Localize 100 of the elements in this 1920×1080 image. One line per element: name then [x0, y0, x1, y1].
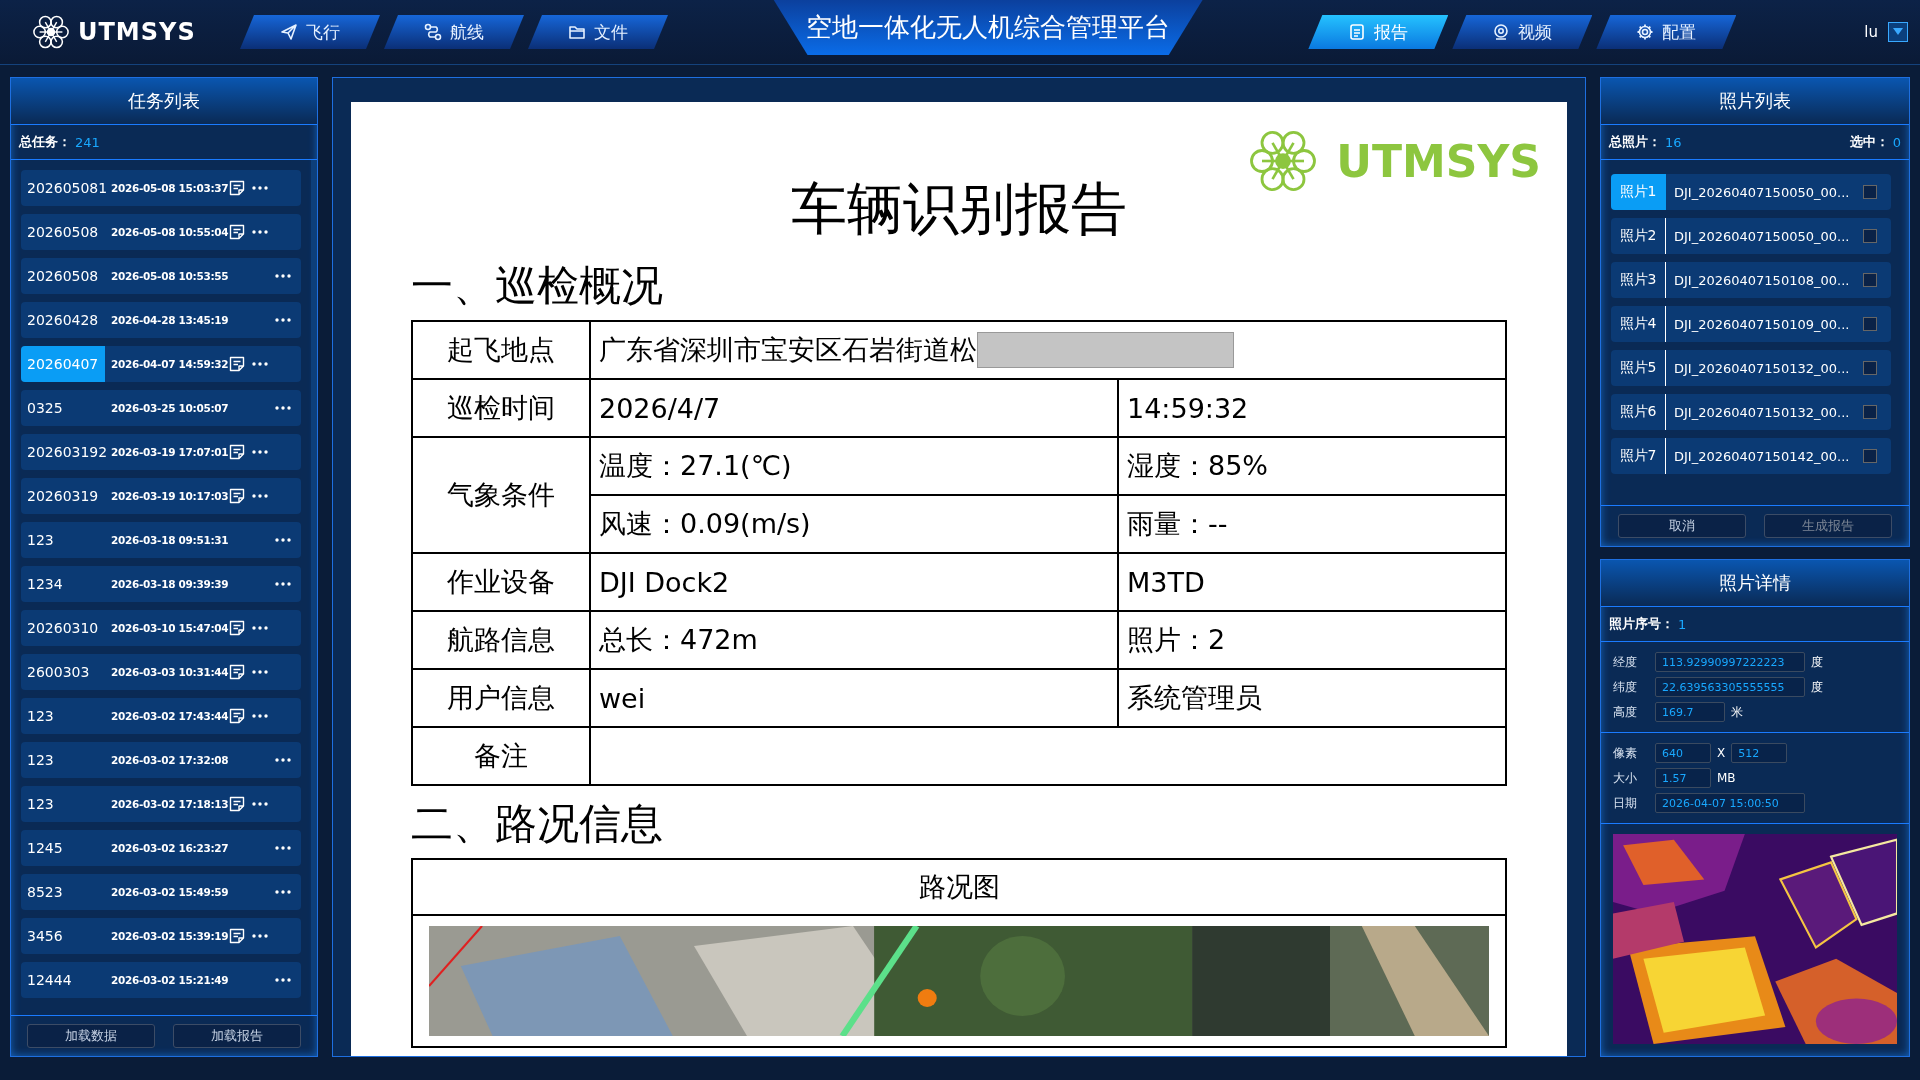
checkbox[interactable] — [1863, 449, 1877, 463]
task-time: 2026-03-19 17:07:01 — [111, 446, 229, 458]
checkbox[interactable] — [1863, 185, 1877, 199]
input-field[interactable]: 640 — [1655, 743, 1711, 763]
nav-tab[interactable]: 文件 — [528, 15, 668, 49]
settings-icon — [1636, 23, 1655, 41]
task-row[interactable]: 20260310 2026-03-10 15:47:04 — [21, 610, 301, 646]
index-label: 照片序号： — [1609, 615, 1674, 633]
task-row[interactable]: 2600303 2026-03-03 10:31:44 — [21, 654, 301, 690]
document-icon — [1348, 23, 1367, 41]
task-name: 20260508 — [26, 223, 100, 242]
table-cell: 作业设备 — [412, 553, 590, 611]
task-name: 1245 — [26, 839, 64, 858]
checkbox[interactable] — [1863, 405, 1877, 419]
table-cell: 气象条件 — [412, 437, 590, 553]
document-icon[interactable] — [228, 487, 247, 505]
task-name: 8523 — [26, 883, 64, 902]
task-time: 2026-05-08 10:55:04 — [111, 226, 229, 238]
input-field[interactable]: 512 — [1731, 743, 1788, 763]
task-time: 2026-03-03 10:31:44 — [111, 666, 229, 678]
input-field[interactable]: 1.57 — [1655, 768, 1711, 788]
task-time: 2026-04-07 14:59:32 — [111, 358, 229, 370]
nav-tab[interactable]: 视频 — [1452, 15, 1593, 49]
paper-plane-icon — [280, 23, 298, 41]
task-row[interactable]: 20260428 2026-04-28 13:45:19 — [21, 302, 301, 338]
task-row[interactable]: 123 2026-03-18 09:51:31 — [21, 522, 301, 558]
total-label: 总照片： — [1609, 133, 1661, 151]
input-field[interactable]: 22.639563305555555 — [1655, 677, 1805, 697]
selected-count: 0 — [1892, 134, 1901, 150]
nav-tab[interactable]: 飞行 — [240, 15, 380, 49]
document-icon[interactable] — [228, 663, 247, 681]
nav-tab[interactable]: 航线 — [384, 15, 524, 49]
photo-file-name: DJI_20260407150142_00... — [1674, 448, 1850, 464]
task-row[interactable]: 123 2026-03-02 17:43:44 — [21, 698, 301, 734]
total-label: 总任务： — [19, 133, 71, 151]
photo-row[interactable]: 照片3 DJI_20260407150108_00... — [1611, 262, 1891, 298]
table-cell: 起飞地点 — [412, 321, 590, 379]
task-row[interactable]: 20260319 2026-03-19 10:17:03 — [21, 478, 301, 514]
task-row[interactable]: 202605081 2026-05-08 15:03:37 — [21, 170, 301, 206]
table-cell: 备注 — [412, 727, 590, 785]
photo-row[interactable]: 照片1 DJI_20260407150050_00... — [1611, 174, 1891, 210]
task-row[interactable]: 1234 2026-03-18 09:39:39 — [21, 566, 301, 602]
task-name: 123 — [26, 795, 55, 814]
table-cell: 总长：472m — [590, 611, 1118, 669]
input-field[interactable]: 113.92990997222223 — [1655, 652, 1805, 672]
task-name: 202605081 — [26, 179, 105, 198]
checkbox[interactable] — [1863, 273, 1877, 287]
task-time: 2026-03-02 17:18:13 — [111, 798, 229, 810]
photo-row[interactable]: 照片5 DJI_20260407150132_00... — [1611, 350, 1891, 386]
task-time: 2026-03-02 15:49:59 — [111, 886, 229, 898]
task-row[interactable]: 20260508 2026-05-08 10:55:04 — [21, 214, 301, 250]
checkbox[interactable] — [1863, 229, 1877, 243]
document-icon[interactable] — [228, 927, 247, 945]
task-row[interactable]: 123 2026-03-02 17:18:13 — [21, 786, 301, 822]
task-row[interactable]: 20260407 2026-04-07 14:59:32 — [21, 346, 301, 382]
document-icon[interactable] — [228, 619, 247, 637]
checkbox[interactable] — [1863, 361, 1877, 375]
field-label: 大小 — [1613, 769, 1638, 787]
task-row[interactable]: 20260508 2026-05-08 10:53:55 — [21, 258, 301, 294]
document-icon[interactable] — [228, 179, 247, 197]
task-row[interactable]: 0325 2026-03-25 10:05:07 — [21, 390, 301, 426]
photo-row[interactable]: 照片7 DJI_20260407150142_00... — [1611, 438, 1891, 474]
input-field[interactable]: 2026-04-07 15:00:50 — [1655, 793, 1805, 813]
folder-icon — [568, 23, 586, 41]
task-row[interactable]: 1245 2026-03-02 16:23:27 — [21, 830, 301, 866]
input-field[interactable]: 169.7 — [1655, 702, 1725, 722]
task-row[interactable]: 3456 2026-03-02 15:39:19 — [21, 918, 301, 954]
photo-row[interactable]: 照片6 DJI_20260407150132_00... — [1611, 394, 1891, 430]
table-cell: DJI Dock2 — [590, 553, 1118, 611]
task-name: 202603192 — [26, 443, 105, 462]
task-row[interactable]: 8523 2026-03-02 15:49:59 — [21, 874, 301, 910]
document-icon[interactable] — [228, 795, 247, 813]
photo-file-name: DJI_20260407150109_00... — [1674, 316, 1850, 332]
task-time: 2026-03-10 15:47:04 — [111, 622, 229, 634]
task-name: 20260407 — [21, 346, 105, 382]
document-icon[interactable] — [228, 355, 247, 373]
dropdown-icon[interactable] — [1888, 22, 1908, 42]
field-label: 日期 — [1613, 794, 1638, 812]
task-row[interactable]: 202603192 2026-03-19 17:07:01 — [21, 434, 301, 470]
photo-row[interactable]: 照片4 DJI_20260407150109_00... — [1611, 306, 1891, 342]
document-icon[interactable] — [228, 707, 247, 725]
task-row[interactable]: 12444 2026-03-02 15:21:49 — [21, 962, 301, 998]
document-icon[interactable] — [228, 223, 247, 241]
field-label: 高度 — [1613, 703, 1638, 721]
panel-button[interactable]: 加载报告 — [173, 1024, 301, 1048]
panel-button[interactable]: 加载数据 — [27, 1024, 155, 1048]
nav-tab[interactable]: 配置 — [1596, 15, 1737, 49]
document-icon[interactable] — [228, 443, 247, 461]
panel-button[interactable]: 取消 — [1618, 514, 1746, 538]
table-cell: 14:59:32 — [1118, 379, 1506, 437]
photo-label: 照片5 — [1611, 350, 1666, 386]
checkbox[interactable] — [1863, 317, 1877, 331]
photo-label: 照片6 — [1611, 394, 1666, 430]
panel-title: 照片详情 — [1601, 560, 1909, 607]
photo-label: 照片7 — [1611, 438, 1666, 474]
task-time: 2026-03-02 17:43:44 — [111, 710, 229, 722]
task-name: 0325 — [26, 399, 64, 418]
photo-row[interactable]: 照片2 DJI_20260407150050_00... — [1611, 218, 1891, 254]
table-cell: 广东省深圳市宝安区石岩街道松 — [590, 321, 1506, 379]
task-row[interactable]: 123 2026-03-02 17:32:08 — [21, 742, 301, 778]
